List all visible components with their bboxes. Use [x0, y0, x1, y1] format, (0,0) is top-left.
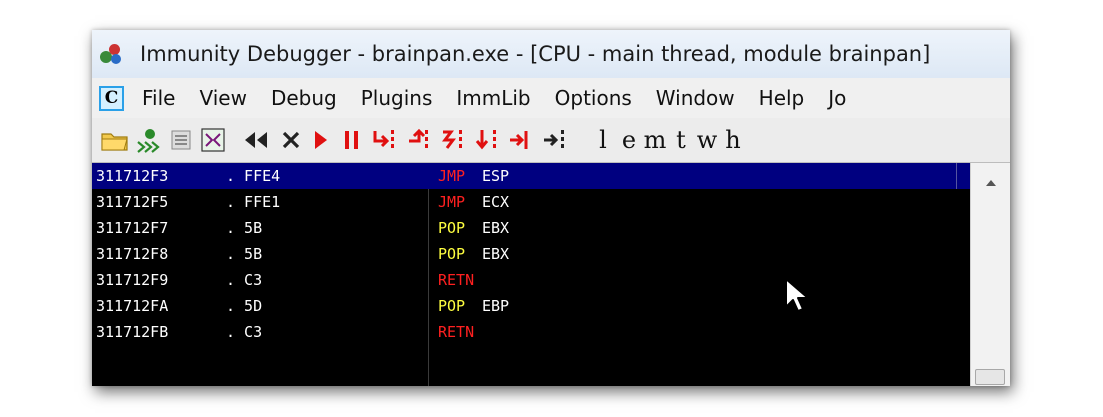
run-icon[interactable] [306, 123, 336, 157]
mnemonic-cell: RETN [438, 271, 475, 289]
log-window-button[interactable]: l [590, 123, 616, 157]
address-cell: 311712F5 [96, 193, 169, 211]
disasm-row[interactable]: 311712F9 . C3 RETN [92, 267, 970, 293]
mnemonic-cell: RETN [438, 323, 475, 341]
stop-icon[interactable] [276, 123, 306, 157]
executable-modules-button[interactable]: e [616, 123, 642, 157]
menu-help[interactable]: Help [747, 86, 817, 110]
title-bar[interactable]: Immunity Debugger - brainpan.exe - [CPU … [92, 30, 1010, 78]
hex-cell: . FFE4 [226, 167, 281, 185]
scroll-up-arrow-icon[interactable] [971, 173, 1010, 193]
hex-cell: . C3 [226, 271, 263, 289]
disassembly-pane[interactable]: 311712F3 . FFE4 JMP ESP 311712F5 . FFE1 … [92, 163, 970, 386]
handles-button[interactable]: h [720, 123, 746, 157]
disasm-row[interactable]: 311712FA . 5D POP EBP [92, 293, 970, 319]
operand-cell: ECX [482, 193, 510, 211]
address-cell: 311712F8 [96, 245, 169, 263]
windows-button[interactable]: w [694, 123, 720, 157]
menu-immlib[interactable]: ImmLib [444, 86, 542, 110]
address-cell: 311712F9 [96, 271, 169, 289]
operand-cell: EBX [482, 245, 510, 263]
close-window-icon[interactable] [166, 123, 196, 157]
mnemonic-cell: POP [438, 245, 466, 263]
menu-plugins[interactable]: Plugins [349, 86, 445, 110]
step-into-icon[interactable] [368, 123, 402, 157]
address-cell: 311712F3 [96, 167, 169, 185]
open-folder-icon[interactable] [98, 123, 132, 157]
mnemonic-cell: POP [438, 219, 466, 237]
mnemonic-cell: JMP [438, 167, 466, 185]
address-cell: 311712FB [96, 323, 169, 341]
disasm-row[interactable]: 311712FB . C3 RETN [92, 319, 970, 345]
hex-cell: . 5D [226, 297, 263, 315]
address-cell: 311712F7 [96, 219, 169, 237]
disasm-row[interactable]: 311712F7 . 5B POP EBX [92, 215, 970, 241]
threads-button[interactable]: t [668, 123, 694, 157]
disasm-row[interactable]: 311712F5 . FFE1 JMP ECX [92, 189, 970, 215]
memory-map-icon[interactable] [196, 123, 230, 157]
rewind-icon[interactable] [236, 123, 276, 157]
menu-options[interactable]: Options [543, 86, 644, 110]
pause-icon[interactable] [336, 123, 368, 157]
memory-map-button[interactable]: m [642, 123, 668, 157]
disasm-row-selected[interactable]: 311712F3 . FFE4 JMP ESP [92, 163, 970, 189]
window-title: Immunity Debugger - brainpan.exe - [CPU … [140, 42, 931, 66]
menu-jobs-truncated[interactable]: Jo [816, 86, 858, 110]
disasm-row[interactable]: 311712F8 . 5B POP EBX [92, 241, 970, 267]
operand-cell: EBX [482, 219, 510, 237]
execute-till-return-icon[interactable] [504, 123, 538, 157]
cpu-window-icon[interactable]: C [99, 85, 124, 111]
operand-cell: ESP [482, 167, 510, 185]
address-cell: 311712FA [96, 297, 169, 315]
menu-file[interactable]: File [130, 86, 187, 110]
scroll-thumb[interactable] [975, 369, 1005, 385]
debugger-window: Immunity Debugger - brainpan.exe - [CPU … [92, 30, 1010, 386]
hex-cell: . FFE1 [226, 193, 281, 211]
toolbar: l e m t w h [92, 118, 1010, 164]
hex-cell: . 5B [226, 219, 263, 237]
menu-window[interactable]: Window [644, 86, 747, 110]
menu-bar: C File View Debug Plugins ImmLib Options… [92, 78, 1010, 119]
mnemonic-cell: POP [438, 297, 466, 315]
menu-debug[interactable]: Debug [259, 86, 349, 110]
hex-cell: . C3 [226, 323, 263, 341]
mnemonic-cell: JMP [438, 193, 466, 211]
restart-icon[interactable] [132, 123, 166, 157]
mouse-pointer-icon [784, 277, 810, 317]
go-to-origin-icon[interactable] [538, 123, 572, 157]
operand-cell: EBP [482, 297, 510, 315]
vertical-scrollbar[interactable] [970, 163, 1010, 386]
trace-into-icon[interactable] [470, 123, 504, 157]
menu-view[interactable]: View [187, 86, 258, 110]
step-over-icon[interactable] [402, 123, 436, 157]
immunity-app-icon [98, 41, 124, 67]
animate-into-icon[interactable] [436, 123, 470, 157]
comment-column-separator [956, 163, 957, 189]
hex-cell: . 5B [226, 245, 263, 263]
